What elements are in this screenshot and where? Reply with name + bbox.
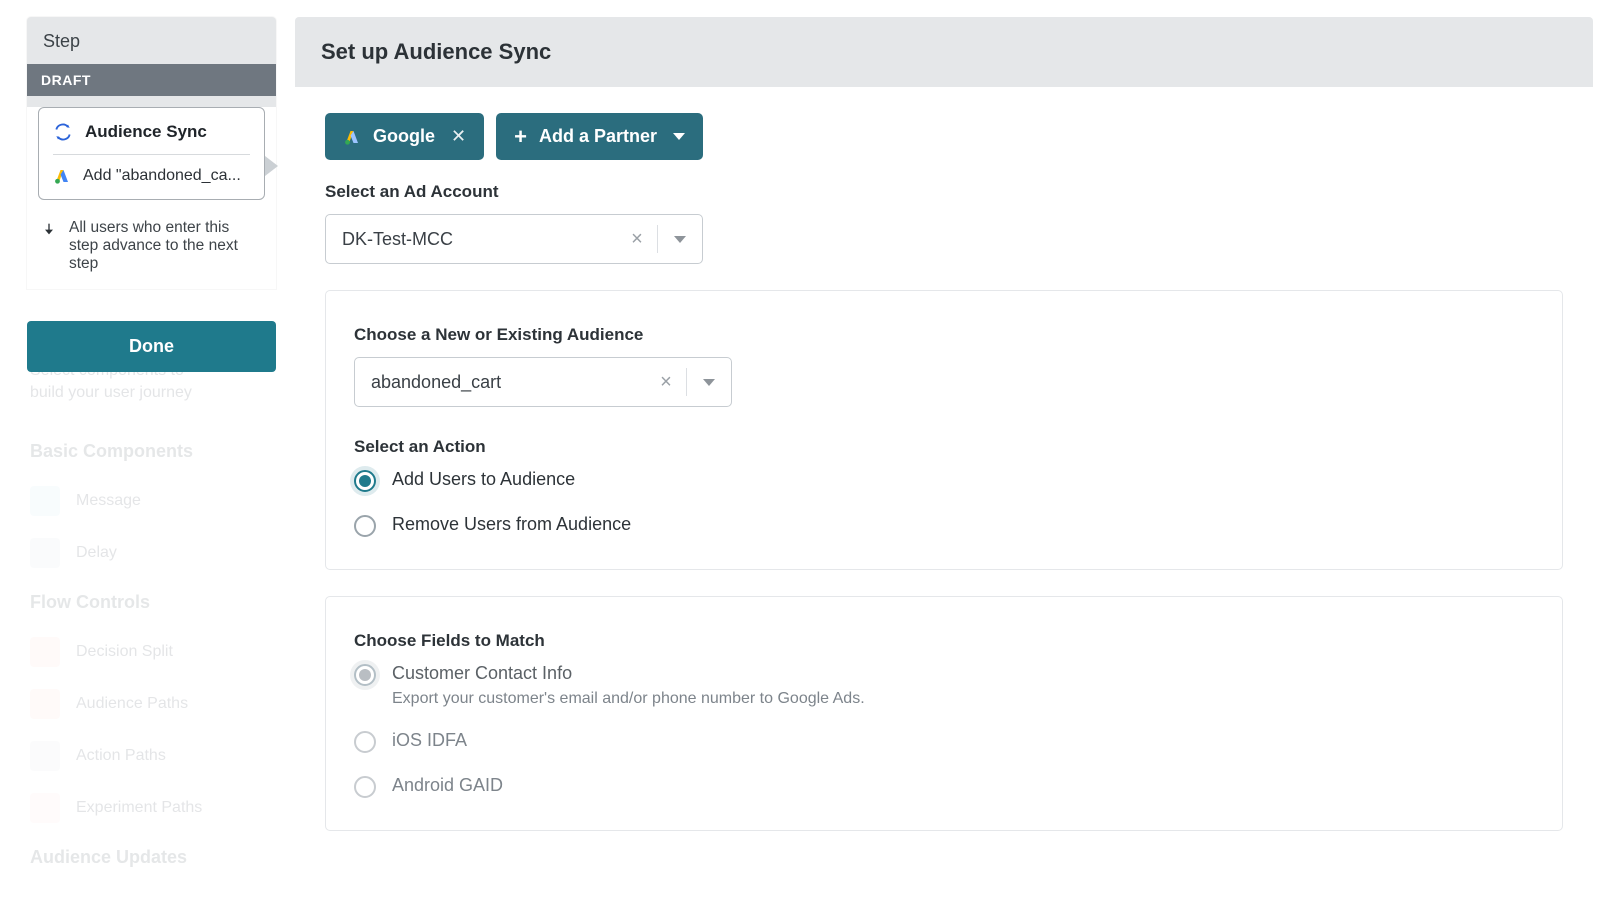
- partner-chip-label: Google: [373, 126, 435, 147]
- chevron-down-icon: [703, 379, 715, 386]
- radio-ios-idfa[interactable]: iOS IDFA: [354, 730, 1534, 753]
- radio-contact-info-desc: Export your customer's email and/or phon…: [392, 690, 865, 708]
- radio-android-gaid-label: Android GAID: [392, 775, 503, 796]
- radio-contact-info-label: Customer Contact Info: [392, 663, 865, 684]
- step-card-title: Audience Sync: [85, 122, 207, 142]
- ad-account-label: Select an Ad Account: [325, 182, 1563, 202]
- radio-icon: [354, 470, 376, 492]
- section-basic-components: Basic Components: [30, 439, 250, 464]
- arrow-down-icon: [41, 221, 59, 273]
- component-action-paths: Action Paths: [30, 741, 250, 771]
- draft-badge: DRAFT: [27, 64, 276, 96]
- audience-action-section: Choose a New or Existing Audience abando…: [325, 290, 1563, 570]
- radio-remove-users[interactable]: Remove Users from Audience: [354, 514, 1534, 537]
- ad-account-value: DK-Test-MCC: [326, 229, 617, 250]
- component-delay: Delay: [30, 538, 250, 568]
- radio-android-gaid[interactable]: Android GAID: [354, 775, 1534, 798]
- chevron-down-icon: [674, 236, 686, 243]
- advance-note: All users who enter this step advance to…: [27, 211, 276, 289]
- page-title: Set up Audience Sync: [321, 39, 1567, 65]
- audience-dropdown-toggle[interactable]: [687, 379, 731, 386]
- audience-select[interactable]: abandoned_cart ×: [354, 357, 732, 407]
- radio-icon: [354, 776, 376, 798]
- fields-label: Choose Fields to Match: [354, 631, 1534, 651]
- advance-text: All users who enter this step advance to…: [69, 219, 262, 273]
- radio-icon: [354, 515, 376, 537]
- component-audience-paths: Audience Paths: [30, 689, 250, 719]
- main-header: Set up Audience Sync: [295, 17, 1593, 87]
- remove-partner-icon[interactable]: ✕: [451, 126, 466, 147]
- audience-sync-icon: [53, 122, 73, 142]
- ad-account-dropdown-toggle[interactable]: [658, 236, 702, 243]
- add-partner-label: Add a Partner: [539, 126, 657, 147]
- radio-contact-info[interactable]: Customer Contact Info Export your custom…: [354, 663, 1534, 708]
- canvas-sidebar-background: Select components to build your user jou…: [30, 360, 250, 888]
- step-header: Step: [27, 17, 276, 64]
- component-experiment-paths: Experiment Paths: [30, 793, 250, 823]
- hint-line: build your user journey: [30, 384, 192, 401]
- google-ads-icon: [343, 128, 361, 146]
- step-panel: Step DRAFT Audience Sync Add "abandoned_…: [27, 17, 276, 289]
- chevron-down-icon: [673, 133, 685, 140]
- clear-ad-account-icon[interactable]: ×: [617, 228, 657, 251]
- section-flow-controls: Flow Controls: [30, 590, 250, 615]
- radio-icon: [354, 664, 376, 686]
- partner-chip-google[interactable]: Google ✕: [325, 113, 484, 160]
- fields-match-section: Choose Fields to Match Customer Contact …: [325, 596, 1563, 831]
- radio-ios-idfa-label: iOS IDFA: [392, 730, 467, 751]
- action-label: Select an Action: [354, 437, 1534, 457]
- ad-account-select[interactable]: DK-Test-MCC ×: [325, 214, 703, 264]
- component-decision-split: Decision Split: [30, 637, 250, 667]
- section-audience-updates: Audience Updates: [30, 845, 250, 870]
- step-card[interactable]: Audience Sync Add "abandoned_ca...: [38, 107, 265, 200]
- done-button[interactable]: Done: [27, 321, 276, 372]
- radio-icon: [354, 731, 376, 753]
- radio-remove-users-label: Remove Users from Audience: [392, 514, 631, 535]
- audience-value: abandoned_cart: [355, 372, 646, 393]
- component-message: Message: [30, 486, 250, 516]
- audience-label: Choose a New or Existing Audience: [354, 325, 1534, 345]
- step-card-subtitle: Add "abandoned_ca...: [83, 167, 241, 185]
- google-ads-icon: [53, 167, 71, 185]
- main-panel: Set up Audience Sync Google ✕ + Add a Pa…: [295, 17, 1593, 922]
- radio-add-users[interactable]: Add Users to Audience: [354, 469, 1534, 492]
- add-partner-button[interactable]: + Add a Partner: [496, 113, 703, 160]
- radio-add-users-label: Add Users to Audience: [392, 469, 575, 490]
- connector-arrow-icon: [265, 156, 278, 176]
- clear-audience-icon[interactable]: ×: [646, 371, 686, 394]
